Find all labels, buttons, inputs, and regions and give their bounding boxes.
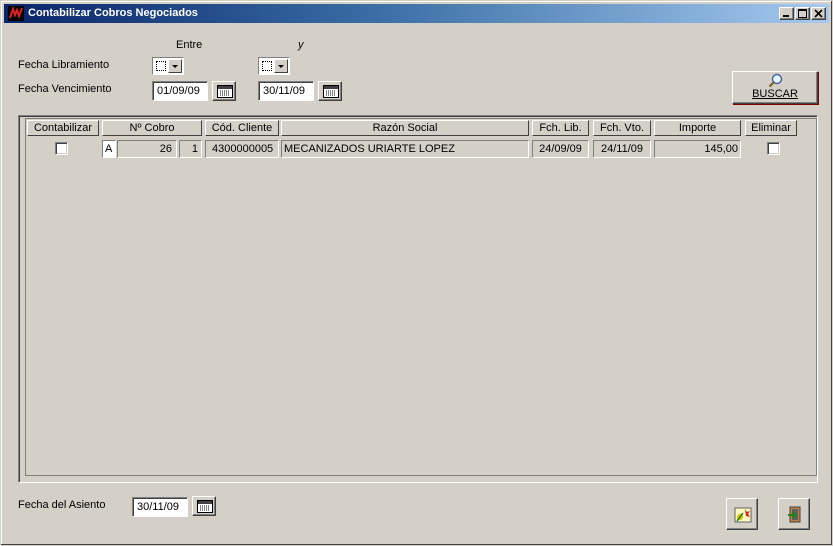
exit-door-icon [788, 506, 801, 523]
post-entries-icon [734, 507, 752, 523]
header-eliminar[interactable]: Eliminar [745, 120, 797, 136]
chevron-down-icon[interactable] [168, 59, 182, 73]
salir-button[interactable] [778, 498, 810, 530]
fecha-libramiento-hasta-checkbox[interactable] [262, 61, 272, 71]
magnifier-icon [768, 73, 783, 88]
fecha-asiento-input[interactable]: 30/11/09 [132, 497, 188, 517]
maximize-icon [798, 9, 807, 18]
row-numero-cell[interactable]: 26 [117, 140, 177, 158]
calendar-asiento-button[interactable] [192, 496, 216, 516]
app-icon [8, 6, 24, 21]
row-fch-vto-cell[interactable]: 24/11/09 [593, 140, 651, 158]
fecha-libramiento-desde-combo[interactable] [152, 57, 184, 75]
fecha-vencimiento-label: Fecha Vencimiento [18, 83, 112, 95]
header-numero-cobro[interactable]: Nº Cobro [102, 120, 202, 136]
vencimiento-hasta-input[interactable]: 30/11/09 [258, 81, 314, 101]
entre-label: Entre [176, 39, 203, 51]
minimize-button[interactable] [779, 7, 794, 20]
calendar-icon [197, 500, 213, 513]
row-razon-social-cell[interactable]: MECANIZADOS URIARTE LOPEZ [281, 140, 529, 158]
maximize-button[interactable] [795, 7, 810, 20]
contabilizar-button[interactable] [726, 498, 758, 530]
fecha-libramiento-label: Fecha Libramiento [18, 59, 110, 71]
fecha-asiento-label: Fecha del Asiento [18, 499, 106, 511]
row-serie-cell[interactable]: A [102, 140, 116, 158]
buscar-button[interactable]: BUSCAR [732, 71, 818, 104]
header-fch-vto[interactable]: Fch. Vto. [593, 120, 651, 136]
row-eliminar-checkbox[interactable] [767, 142, 780, 155]
row-fch-lib-cell[interactable]: 24/09/09 [532, 140, 589, 158]
buscar-label-text: BUSCAR [752, 88, 798, 100]
minimize-icon [783, 15, 789, 17]
header-razon-social[interactable]: Razón Social [281, 120, 529, 136]
chevron-down-icon[interactable] [274, 59, 288, 73]
calendar-icon [323, 85, 339, 98]
close-button[interactable] [811, 7, 826, 20]
buscar-label: BUSCAR [733, 88, 817, 100]
title-bar[interactable]: Contabilizar Cobros Negociados [4, 4, 829, 23]
fecha-libramiento-desde-checkbox[interactable] [156, 61, 166, 71]
row-contabilizar-checkbox[interactable] [55, 142, 68, 155]
calendar-hasta-button[interactable] [318, 81, 342, 101]
close-icon [814, 9, 823, 18]
app-window: Contabilizar Cobros Negociados Entre y F… [0, 0, 833, 546]
header-importe[interactable]: Importe [654, 120, 741, 136]
fecha-libramiento-hasta-combo[interactable] [258, 57, 290, 75]
calendar-icon [217, 85, 233, 98]
y-label: y [298, 39, 304, 51]
header-contabilizar[interactable]: Contabilizar [27, 120, 99, 136]
header-cod-cliente[interactable]: Cód. Cliente [205, 120, 279, 136]
cobros-grid[interactable] [25, 118, 817, 476]
window-title: Contabilizar Cobros Negociados [28, 7, 198, 19]
calendar-desde-button[interactable] [212, 81, 236, 101]
vencimiento-desde-input[interactable]: 01/09/09 [152, 81, 208, 101]
header-fch-lib[interactable]: Fch. Lib. [532, 120, 589, 136]
row-linea-cell[interactable]: 1 [179, 140, 202, 158]
row-importe-cell[interactable]: 145,00 [654, 140, 741, 158]
row-cod-cliente-cell[interactable]: 4300000005 [205, 140, 279, 158]
